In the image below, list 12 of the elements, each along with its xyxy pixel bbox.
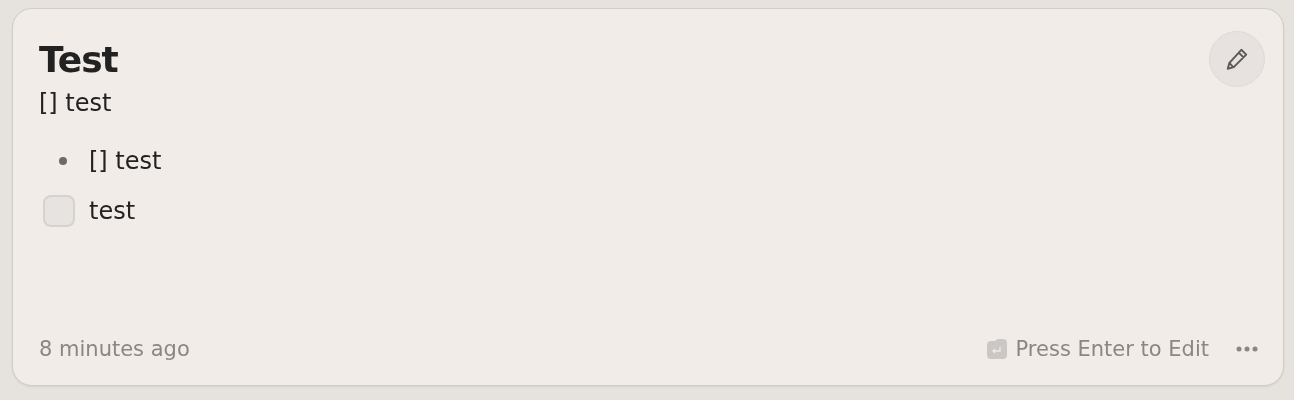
list-item-text: [] test	[89, 147, 162, 175]
timestamp: 8 minutes ago	[39, 337, 190, 361]
enter-key-icon	[985, 338, 1008, 360]
edit-button[interactable]	[1209, 31, 1265, 87]
pencil-icon	[1224, 46, 1250, 72]
checkbox[interactable]	[43, 195, 75, 227]
bullet-icon	[59, 157, 67, 165]
checkbox-label: test	[89, 197, 136, 225]
note-title: Test	[39, 39, 118, 80]
more-icon	[1235, 345, 1259, 353]
edit-hint: Press Enter to Edit	[1015, 337, 1209, 361]
note-text: [] test	[39, 89, 113, 117]
